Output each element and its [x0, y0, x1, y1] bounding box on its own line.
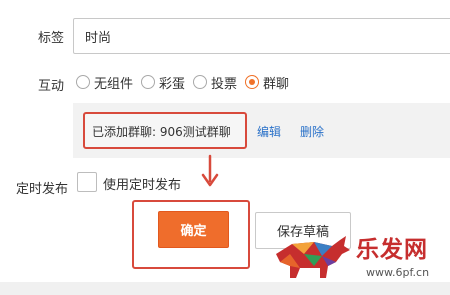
confirm-button[interactable]: 确定	[158, 211, 229, 248]
radio-easter-egg[interactable]: 彩蛋	[141, 73, 185, 92]
radio-label: 无组件	[94, 76, 134, 92]
group-added-text: 已添加群聊: 906测试群聊	[92, 125, 231, 139]
radio-label: 投票	[211, 76, 238, 92]
radio-circle-icon	[76, 75, 90, 89]
tags-label: 标签	[38, 31, 65, 46]
bull-logo-icon	[276, 236, 350, 278]
radio-group-chat[interactable]: 群聊	[245, 73, 289, 92]
schedule-checkbox-label: 使用定时发布	[103, 178, 182, 193]
radio-checked-icon	[245, 75, 260, 89]
arrow-down-icon	[201, 154, 219, 187]
schedule-checkbox[interactable]	[77, 172, 97, 192]
watermark-title: 乐发网	[356, 237, 428, 263]
radio-circle-icon	[193, 75, 208, 89]
tags-input[interactable]	[74, 19, 450, 53]
radio-vote[interactable]: 投票	[193, 73, 237, 92]
radio-label: 彩蛋	[159, 76, 186, 92]
radio-circle-icon	[141, 75, 156, 89]
bottom-divider	[0, 282, 450, 295]
edit-link[interactable]: 编辑	[257, 123, 281, 140]
interact-radio-group: 无组件 彩蛋 投票 群聊	[76, 71, 297, 93]
interact-label: 互动	[38, 79, 65, 94]
radio-none[interactable]: 无组件	[76, 73, 133, 92]
tags-input-box[interactable]	[73, 18, 450, 54]
delete-link[interactable]: 删除	[300, 123, 324, 140]
schedule-label: 定时发布	[16, 182, 69, 197]
watermark-url: www.6pf.cn	[366, 266, 430, 279]
radio-label: 群聊	[263, 76, 290, 92]
